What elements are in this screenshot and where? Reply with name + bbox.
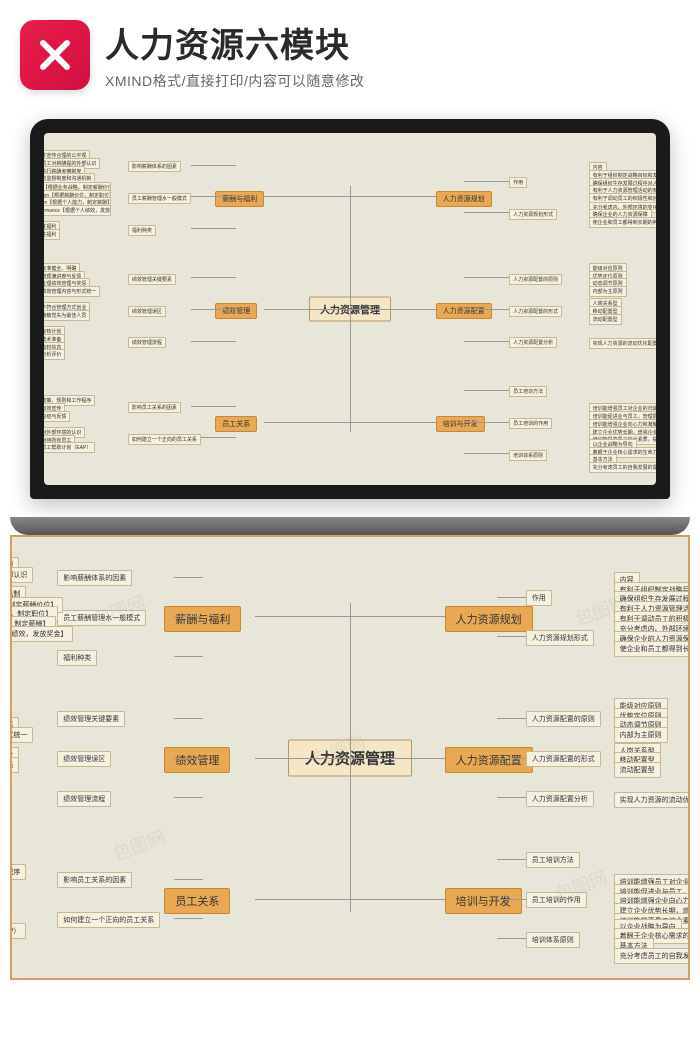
branch-node: 员工关系 [215, 416, 257, 432]
leaf-node: 流动配置型 [614, 762, 661, 778]
group-node: 培训体系原则 [526, 932, 580, 948]
group-node: 员工培训的作用 [509, 418, 552, 429]
header: 人力资源六模块 XMIND格式/直接打印/内容可以随意修改 [0, 0, 700, 109]
group-node: 福利种类 [57, 650, 97, 666]
group-node: 员工薪酬管理水一般模式 [57, 610, 146, 626]
leaf-node: Performance【根据个人绩效，发放奖金】 [10, 626, 73, 642]
branch-node: 薪酬与福利 [164, 606, 241, 632]
branch-node: 培训与开发 [436, 416, 485, 432]
mindmap-large: 人力资源管理薪酬与福利影响薪酬体系的因素建立并宣传合理的公平观增加员工对薪酬提的… [12, 537, 688, 978]
branch-node: 培训与开发 [445, 888, 522, 914]
group-node: 绩效管理流程 [128, 337, 166, 348]
group-node: 员工培训的作用 [526, 892, 587, 908]
group-node: 绩效管理关键要素 [57, 711, 125, 727]
leaf-node: 内部为主原则 [614, 727, 668, 743]
group-node: 培训体系原则 [509, 450, 547, 461]
group-node: 员工薪酬管理水一般模式 [128, 193, 191, 204]
group-node: 绩效管理误区 [128, 306, 166, 317]
xmind-logo [20, 20, 90, 90]
laptop-screen: 人力资源管理薪酬与福利影响薪酬体系的因素建立并宣传合理的公平观增加员工对薪酬提的… [44, 133, 656, 485]
main-title: 人力资源六模块 [105, 18, 680, 67]
leaf-node: 注意绩效管理内容与形式统一 [44, 286, 100, 297]
group-node: 如何建立一个正向的员工关系 [57, 912, 160, 928]
leaf-node: 增加员工对薪酬提的外部认识 [10, 567, 33, 583]
group-node: 人力资源配置的原则 [526, 711, 601, 727]
group-node: 绩效管理关键要素 [128, 274, 176, 285]
laptop-base [10, 517, 690, 535]
leaf-node: 实现人力资源的流动优化配置 [614, 792, 690, 808]
subtitle: XMIND格式/直接打印/内容可以随意修改 [105, 71, 680, 91]
group-node: 人力资源配置分析 [509, 337, 557, 348]
leaf-node: 增强对外部环境的认识 [10, 904, 12, 920]
group-node: 影响员工关系的因素 [128, 402, 181, 413]
branch-node: 薪酬与福利 [215, 191, 264, 207]
leaf-node: 使企业和员工都得到长期的利益 [589, 217, 656, 228]
leaf-node: 建立员工帮助计划（EAP） [10, 923, 26, 939]
group-node: 人力资源配置的形式 [526, 751, 601, 767]
leaf-node: 使企业和员工都得到长期的利益 [614, 641, 690, 657]
branch-node: 绩效管理 [215, 303, 257, 319]
group-node: 影响员工关系的因素 [57, 872, 132, 888]
mindmap-preview: 人力资源管理薪酬与福利影响薪酬体系的因素建立并宣传合理的公平观增加员工对薪酬提的… [10, 535, 690, 980]
leaf-node: Performance【根据个人绩效，发放奖金】 [44, 205, 111, 216]
leaf-node: 建立员工帮助计划（EAP） [44, 442, 95, 453]
branch-node: 绩效管理 [164, 747, 230, 773]
group-node: 作用 [509, 177, 527, 188]
group-node: 绩效管理误区 [57, 751, 111, 767]
group-node: 人力资源配置的形式 [509, 306, 562, 317]
branch-node: 人力资源规划 [436, 191, 492, 207]
leaf-node: 员工接触觉失为最佳人员 [44, 310, 90, 321]
leaf-node: 制定政策、规则和工作程序 [10, 864, 26, 880]
group-node: 影响薪酬体系的因素 [128, 161, 181, 172]
leaf-node: 充分考虑员工的自我发展的需要 [589, 462, 656, 473]
branch-node: 人力资源规划 [445, 606, 533, 632]
group-node: 作用 [526, 590, 552, 606]
group-node: 如何建立一个正向的员工关系 [128, 434, 201, 445]
group-node: 人力资源配置分析 [526, 791, 594, 807]
leaf-node: 实现人力资源的流动优化配置 [589, 338, 656, 349]
branch-node: 人力资源配置 [436, 303, 492, 319]
leaf-node: 注意绩效管理内容与形式统一 [10, 727, 33, 743]
laptop-mockup: 人力资源管理薪酬与福利影响薪酬体系的因素建立并宣传合理的公平观增加员工对薪酬提的… [30, 119, 670, 499]
branch-node: 员工关系 [164, 888, 230, 914]
leaf-node: 及时总结与反馈 [44, 411, 70, 422]
group-node: 绩效管理流程 [57, 791, 111, 807]
group-node: 人力资源规划形式 [526, 630, 594, 646]
leaf-node: 员工接触觉失为最佳人员 [10, 757, 19, 773]
branch-node: 人力资源配置 [445, 747, 533, 773]
leaf-node: 流动配置型 [589, 314, 622, 325]
group-node: 人力资源配置的原则 [509, 274, 562, 285]
leaf-node: 设施性福利 [44, 229, 60, 240]
group-node: 员工培训方法 [509, 386, 547, 397]
group-node: 员工培训方法 [526, 852, 580, 868]
title-block: 人力资源六模块 XMIND格式/直接打印/内容可以随意修改 [105, 18, 680, 91]
leaf-node: 做出分析评价 [44, 349, 65, 360]
group-node: 人力资源规划形式 [509, 209, 557, 220]
group-node: 影响薪酬体系的因素 [57, 570, 132, 586]
leaf-node: 充分考虑员工的自我发展的需要 [614, 948, 690, 964]
leaf-node: 内部为主原则 [589, 286, 627, 297]
mindmap-small: 人力资源管理薪酬与福利影响薪酬体系的因素建立并宣传合理的公平观增加员工对薪酬提的… [44, 133, 656, 485]
group-node: 福利种类 [128, 225, 156, 236]
